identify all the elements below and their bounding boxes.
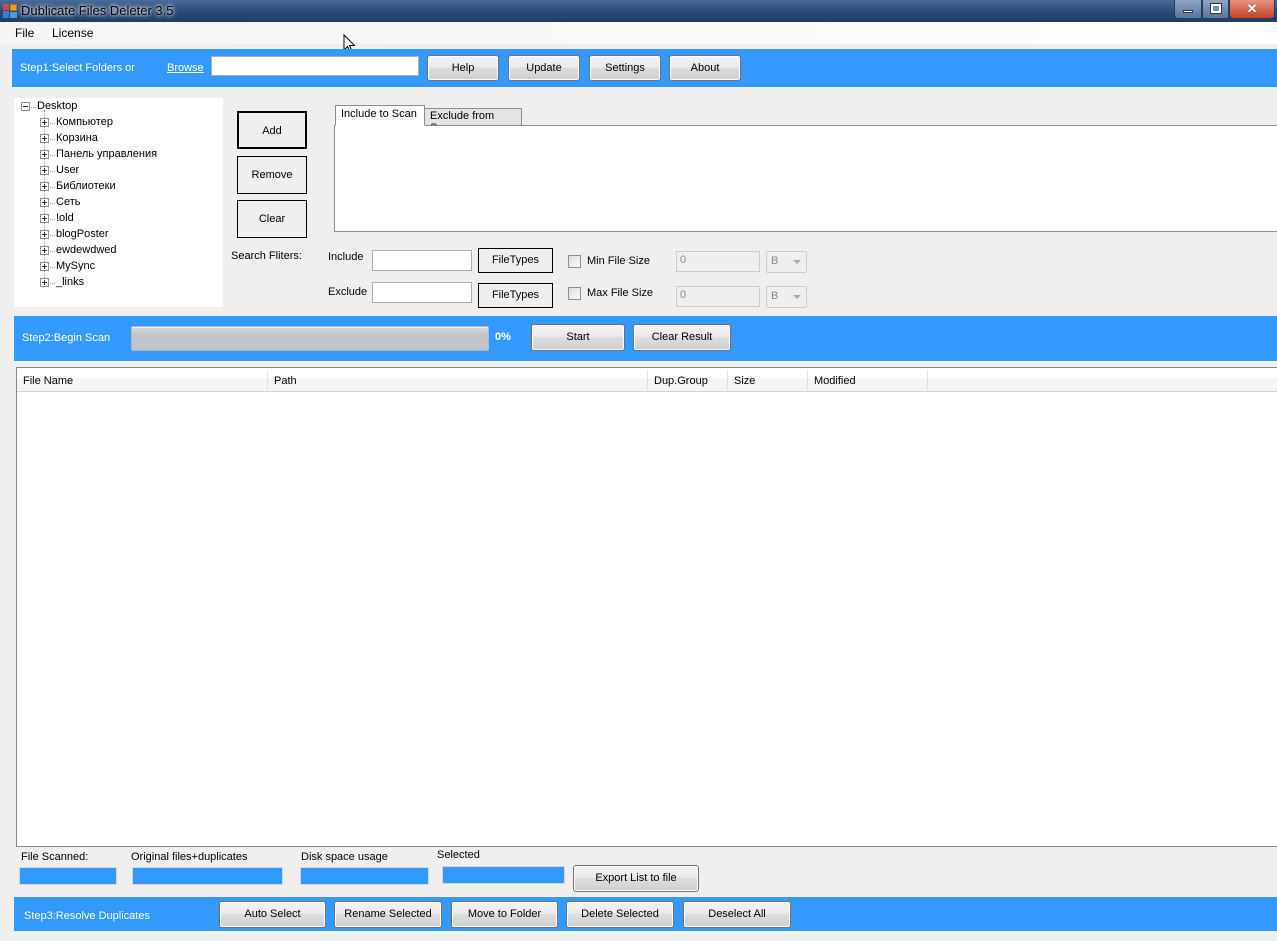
min-file-size-unit-select[interactable]: B xyxy=(766,251,807,273)
tree-item-label: blogPoster xyxy=(56,228,109,240)
expand-icon[interactable] xyxy=(40,166,49,175)
exclude-filter-label: Exclude xyxy=(328,286,368,298)
include-folders-list[interactable] xyxy=(334,125,1277,232)
expand-icon[interactable] xyxy=(40,262,49,271)
column-size[interactable]: Size xyxy=(728,370,808,392)
min-file-size-input[interactable]: 0 xyxy=(676,251,760,272)
exclude-filetypes-button[interactable]: FileTypes xyxy=(478,283,553,308)
tab-exclude-from-scan[interactable]: Exclude from Scan xyxy=(424,108,522,134)
tab-include-to-scan[interactable]: Include to Scan xyxy=(335,105,425,126)
column-dup-group[interactable]: Dup.Group xyxy=(648,370,728,392)
scan-progress-text: 0% xyxy=(495,331,511,343)
step2-label: Step2:Begin Scan xyxy=(22,332,111,344)
max-file-size-checkbox[interactable] xyxy=(568,287,581,300)
disk-usage-value xyxy=(300,867,429,885)
search-filters-label: Search Fliters: xyxy=(231,250,302,262)
settings-button[interactable]: Settings xyxy=(589,55,661,81)
selected-value xyxy=(442,866,565,884)
expand-icon[interactable] xyxy=(40,134,49,143)
exclude-filter-input[interactable] xyxy=(372,282,472,303)
add-folder-button[interactable]: Add xyxy=(237,111,307,149)
column-path[interactable]: Path xyxy=(268,370,648,392)
min-file-size-checkbox[interactable] xyxy=(568,255,581,268)
deselect-all-button[interactable]: Deselect All xyxy=(683,901,791,928)
column-file-name[interactable]: File Name xyxy=(17,370,268,392)
tree-item-label: User xyxy=(56,164,80,176)
remove-folder-button[interactable]: Remove xyxy=(237,156,307,194)
min-file-size-label: Min File Size xyxy=(587,255,650,267)
expand-icon[interactable] xyxy=(40,246,49,255)
results-table[interactable]: File Name Path Dup.Group Size Modified xyxy=(16,367,1277,847)
tree-item-label: ewdewdwed xyxy=(56,244,117,256)
menu-license[interactable]: License xyxy=(52,26,93,40)
file-scanned-value xyxy=(19,867,117,885)
include-filter-label: Include xyxy=(328,251,364,263)
move-to-folder-button[interactable]: Move to Folder xyxy=(451,901,558,928)
auto-select-button[interactable]: Auto Select xyxy=(219,901,326,928)
folder-path-input[interactable] xyxy=(211,56,419,76)
include-filter-input[interactable] xyxy=(372,250,472,271)
step1-label: Step1:Select Folders or xyxy=(20,62,135,74)
max-file-size-unit-select[interactable]: B xyxy=(766,286,807,308)
min-unit-value: B xyxy=(771,255,779,267)
browse-link[interactable]: Browse xyxy=(167,62,204,74)
chevron-down-icon xyxy=(793,295,801,299)
include-filetypes-button[interactable]: FileTypes xyxy=(478,248,553,273)
expand-icon[interactable] xyxy=(40,150,49,159)
tree-item-label: MySync xyxy=(56,260,96,272)
minimize-icon xyxy=(1183,10,1193,13)
rename-selected-button[interactable]: Rename Selected xyxy=(334,901,442,928)
close-icon: ✕ xyxy=(1246,1,1258,16)
tree-item-label: Сеть xyxy=(56,196,81,208)
expand-icon[interactable] xyxy=(40,198,49,207)
export-list-button[interactable]: Export List to file xyxy=(573,865,699,892)
minimize-button[interactable] xyxy=(1174,0,1202,19)
window-title: Dublicate Files Deleter 3.5 xyxy=(21,3,174,18)
expand-icon[interactable] xyxy=(40,118,49,127)
close-button[interactable]: ✕ xyxy=(1229,0,1275,19)
tree-item-label: Панель управления xyxy=(56,148,158,160)
title-bar: Dublicate Files Deleter 3.5 ✕ xyxy=(0,0,1277,22)
clear-folders-button[interactable]: Clear xyxy=(237,200,307,238)
results-header: File Name Path Dup.Group Size Modified xyxy=(17,370,1277,392)
start-scan-button[interactable]: Start xyxy=(531,324,625,351)
clear-result-button[interactable]: Clear Result xyxy=(633,324,731,351)
update-button[interactable]: Update xyxy=(508,55,580,81)
app-icon xyxy=(3,4,17,18)
disk-usage-label: Disk space usage xyxy=(301,851,388,863)
expand-icon[interactable] xyxy=(40,182,49,191)
tree-item-label: Библиотеки xyxy=(56,180,116,192)
folder-tree[interactable]: Desktop Компьютер Корзина Панель управлени… xyxy=(14,98,223,307)
original-duplicates-label: Original files+duplicates xyxy=(131,851,248,863)
file-scanned-label: File Scanned: xyxy=(21,851,89,863)
selected-label: Selected xyxy=(437,849,480,861)
delete-selected-button[interactable]: Delete Selected xyxy=(566,901,674,928)
original-duplicates-value xyxy=(132,867,283,885)
menu-bar: File License xyxy=(0,22,1277,44)
help-button[interactable]: Help xyxy=(427,55,499,81)
tree-item-label: Компьютер xyxy=(56,116,113,128)
max-file-size-input[interactable]: 0 xyxy=(676,286,760,307)
tree-item-label: !old xyxy=(56,212,74,224)
chevron-down-icon xyxy=(793,260,801,264)
tree-item-label: Корзина xyxy=(56,132,98,144)
expand-icon[interactable] xyxy=(40,230,49,239)
about-button[interactable]: About xyxy=(669,55,741,81)
max-file-size-label: Max File Size xyxy=(587,287,654,299)
restore-icon xyxy=(1209,3,1222,14)
expand-icon[interactable] xyxy=(40,278,49,287)
scan-progress-bar xyxy=(131,326,489,351)
tree-item-label: _links xyxy=(56,276,85,288)
menu-file[interactable]: File xyxy=(15,26,34,40)
max-unit-value: B xyxy=(771,290,779,302)
restore-button[interactable] xyxy=(1202,0,1229,19)
column-modified[interactable]: Modified xyxy=(808,370,928,392)
expand-icon[interactable] xyxy=(40,214,49,223)
collapse-icon[interactable] xyxy=(21,102,30,111)
step3-label: Step3:Resolve Duplicates xyxy=(24,910,150,922)
